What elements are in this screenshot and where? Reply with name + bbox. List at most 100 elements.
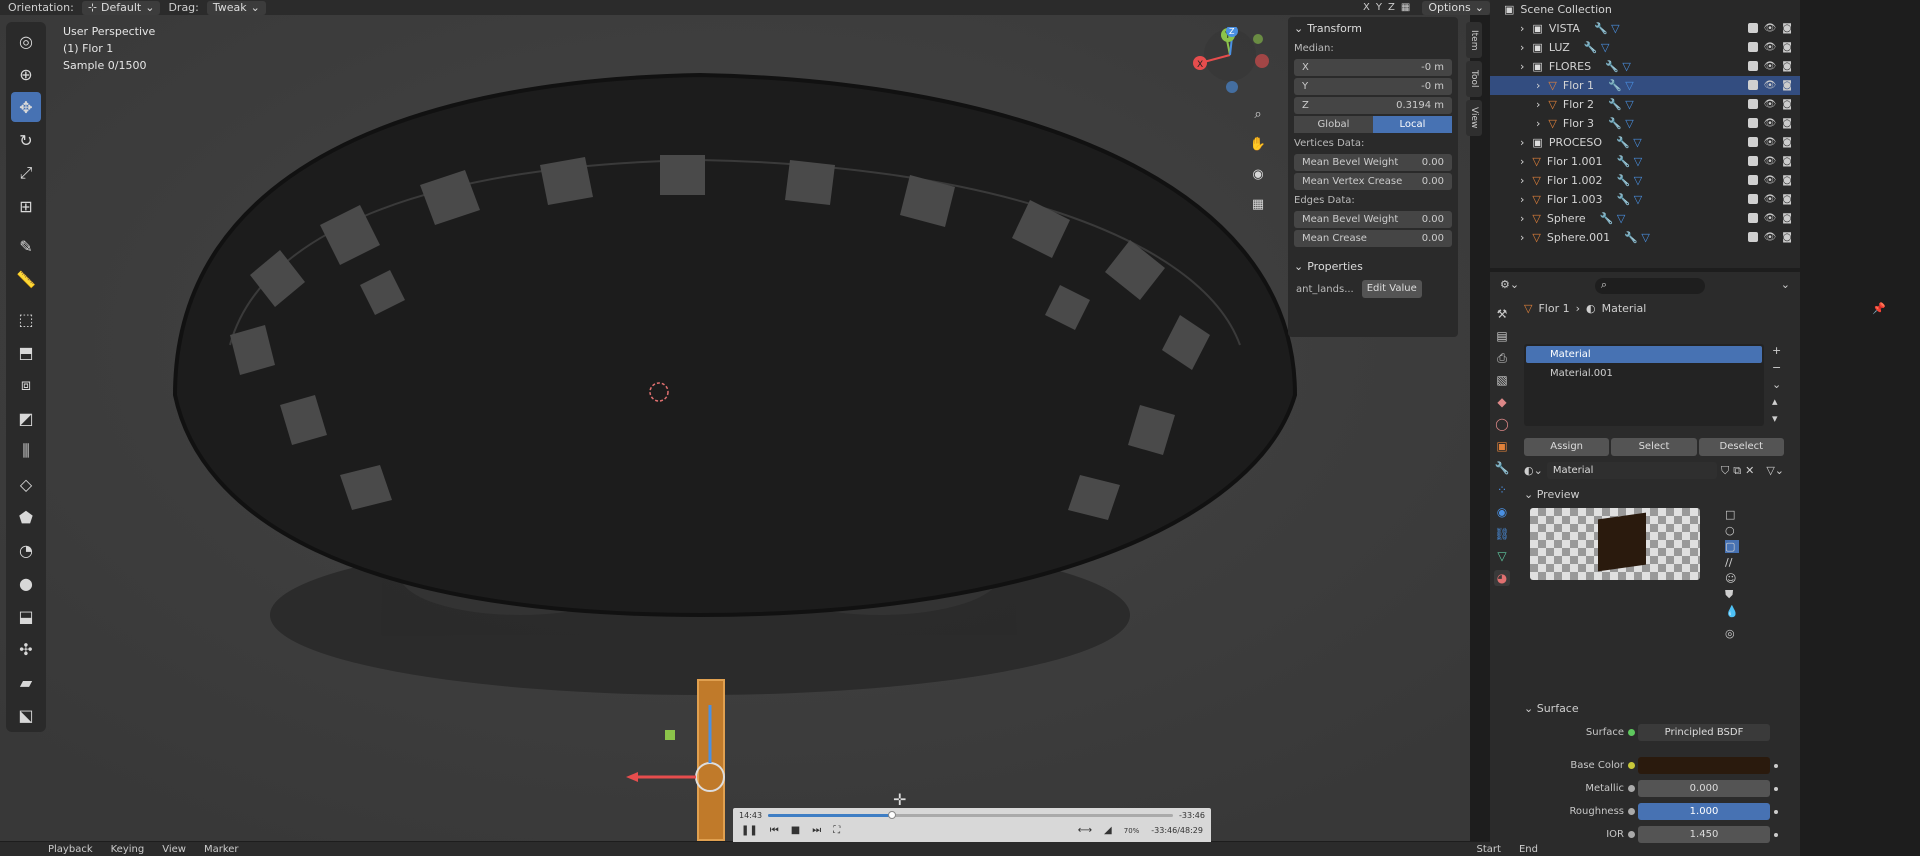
exclude-checkbox[interactable] xyxy=(1747,118,1758,128)
edit-value-button[interactable]: Edit Value xyxy=(1361,280,1422,298)
keyframe-dot-icon[interactable] xyxy=(1774,786,1778,791)
render-camera-icon[interactable]: ◙ xyxy=(1782,232,1792,243)
eye-icon[interactable]: 👁 xyxy=(1764,80,1777,91)
rip-region-icon[interactable]: ⬕ xyxy=(11,700,41,730)
keyframe-dot-icon[interactable] xyxy=(1774,763,1778,768)
median-z-field[interactable]: Z 0.3194 m xyxy=(1294,97,1452,114)
shrink-fatten-icon[interactable]: ✣ xyxy=(11,634,41,664)
deselect-button[interactable]: Deselect xyxy=(1698,438,1784,456)
pin-icon[interactable]: 📌 xyxy=(1872,302,1886,315)
mean-bevel-weight-field[interactable]: Mean Bevel Weight 0.00 xyxy=(1294,154,1452,171)
eye-icon[interactable]: 👁 xyxy=(1764,42,1777,53)
preview-monkey-icon[interactable]: ☺ xyxy=(1725,572,1739,585)
outliner-item[interactable]: › ▽ Flor 1 🔧 ▽ 👁 ◙ xyxy=(1490,76,1800,95)
expand-icon[interactable]: ⟷ xyxy=(1078,825,1092,836)
select-button[interactable]: Select xyxy=(1611,438,1697,456)
median-y-field[interactable]: Y -0 m xyxy=(1294,78,1452,95)
exclude-checkbox[interactable] xyxy=(1747,23,1758,33)
camera-icon[interactable]: ◉ xyxy=(1247,163,1269,185)
skip-forward-icon[interactable]: ⏭ xyxy=(812,825,821,836)
edge-crease-field[interactable]: Mean Crease 0.00 xyxy=(1294,230,1452,247)
edge-bevel-weight-field[interactable]: Mean Bevel Weight 0.00 xyxy=(1294,211,1452,228)
grid-snap-icon[interactable]: ▦ xyxy=(1401,2,1410,13)
pan-hand-icon[interactable]: ✋ xyxy=(1247,133,1269,155)
chevron-down-icon[interactable]: ⌄ xyxy=(1781,278,1790,292)
preview-world-icon[interactable]: ◎ xyxy=(1725,627,1739,640)
exclude-checkbox[interactable] xyxy=(1747,61,1758,71)
view-menu[interactable]: View xyxy=(162,844,186,855)
axis-z-toggle[interactable]: Z xyxy=(1388,2,1395,13)
eye-icon[interactable]: 👁 xyxy=(1764,156,1777,167)
move-up-icon[interactable]: ▴ xyxy=(1772,395,1781,408)
smooth-icon[interactable]: ● xyxy=(11,568,41,598)
metallic-field[interactable]: 0.000 xyxy=(1638,780,1770,797)
outliner-item[interactable]: › ▽ Flor 2 🔧 ▽ 👁 ◙ xyxy=(1490,95,1800,114)
remove-slot-icon[interactable]: − xyxy=(1772,361,1781,374)
loop-cut-icon[interactable]: ⫼ xyxy=(11,436,41,466)
object-tab-icon[interactable]: ▣ xyxy=(1494,438,1510,454)
chevron-right-icon[interactable]: › xyxy=(1520,136,1524,149)
roughness-field[interactable]: 1.000 xyxy=(1638,803,1770,820)
mean-vertex-crease-field[interactable]: Mean Vertex Crease 0.00 xyxy=(1294,173,1452,190)
ior-field[interactable]: 1.450 xyxy=(1638,826,1770,843)
grid-view-icon[interactable]: ▦ xyxy=(1247,193,1269,215)
eye-icon[interactable]: 👁 xyxy=(1764,99,1777,110)
options-dropdown[interactable]: Options ⌄ xyxy=(1422,0,1490,15)
preview-fluid-icon[interactable]: 💧 xyxy=(1725,605,1739,618)
spin-icon[interactable]: ◔ xyxy=(11,535,41,565)
properties-header[interactable]: ⌄ Properties xyxy=(1288,255,1458,278)
render-camera-icon[interactable]: ◙ xyxy=(1782,118,1792,129)
render-camera-icon[interactable]: ◙ xyxy=(1782,213,1792,224)
material-tab-icon[interactable]: ◕ xyxy=(1494,570,1510,586)
view-layer-tab-icon[interactable]: ▧ xyxy=(1494,372,1510,388)
chevron-right-icon[interactable]: › xyxy=(1536,117,1540,130)
local-button[interactable]: Local xyxy=(1373,116,1452,133)
exclude-checkbox[interactable] xyxy=(1747,175,1758,185)
outliner-item[interactable]: › ▽ Flor 3 🔧 ▽ 👁 ◙ xyxy=(1490,114,1800,133)
skip-back-icon[interactable]: ⏮ xyxy=(770,825,779,836)
render-camera-icon[interactable]: ◙ xyxy=(1782,23,1792,34)
base-color-swatch[interactable] xyxy=(1638,757,1770,774)
tab-view[interactable]: View xyxy=(1466,100,1482,136)
chevron-right-icon[interactable]: › xyxy=(1536,79,1540,92)
start-frame-label[interactable]: Start xyxy=(1477,844,1501,855)
exclude-checkbox[interactable] xyxy=(1747,80,1758,90)
preview-hair-icon[interactable]: // xyxy=(1725,556,1739,569)
outliner-item[interactable]: › ▽ Sphere 🔧 ▽ 👁 ◙ xyxy=(1490,209,1800,228)
rotate-tool-icon[interactable]: ↻ xyxy=(11,125,41,155)
chevron-right-icon[interactable]: › xyxy=(1520,174,1524,187)
eye-icon[interactable]: 👁 xyxy=(1764,213,1777,224)
output-tab-icon[interactable]: ⎙ xyxy=(1494,350,1510,366)
constraints-tab-icon[interactable]: ⛓ xyxy=(1494,526,1510,542)
fullscreen-icon[interactable]: ⛶ xyxy=(833,825,840,836)
tab-item[interactable]: Item xyxy=(1466,22,1482,58)
render-camera-icon[interactable]: ◙ xyxy=(1782,80,1792,91)
chevron-right-icon[interactable]: › xyxy=(1536,98,1540,111)
knife-icon[interactable]: ◇ xyxy=(11,469,41,499)
material-browse-icon[interactable]: ◐⌄ xyxy=(1524,464,1543,477)
scale-tool-icon[interactable]: ⤢ xyxy=(11,158,41,188)
render-camera-icon[interactable]: ◙ xyxy=(1782,61,1792,72)
exclude-checkbox[interactable] xyxy=(1747,156,1758,166)
global-button[interactable]: Global xyxy=(1294,116,1373,133)
exclude-checkbox[interactable] xyxy=(1747,99,1758,109)
chevron-right-icon[interactable]: › xyxy=(1520,193,1524,206)
edge-slide-icon[interactable]: ⬓ xyxy=(11,601,41,631)
scene-tab-icon[interactable]: ◆ xyxy=(1494,394,1510,410)
keying-menu[interactable]: Keying xyxy=(111,844,145,855)
tab-tool[interactable]: Tool xyxy=(1466,61,1482,97)
assign-button[interactable]: Assign xyxy=(1524,438,1610,456)
render-camera-icon[interactable]: ◙ xyxy=(1782,194,1792,205)
eye-icon[interactable]: 👁 xyxy=(1764,23,1777,34)
volume-icon[interactable]: ◢ xyxy=(1104,825,1112,836)
annotate-tool-icon[interactable]: ✎ xyxy=(11,231,41,261)
eye-icon[interactable]: 👁 xyxy=(1764,175,1777,186)
preview-cloth-icon[interactable]: ⛊ xyxy=(1725,588,1739,602)
preview-flat-icon[interactable]: □ xyxy=(1725,508,1739,521)
exclude-checkbox[interactable] xyxy=(1747,213,1758,223)
median-x-field[interactable]: X -0 m xyxy=(1294,59,1452,76)
render-camera-icon[interactable]: ◙ xyxy=(1782,137,1792,148)
slot-menu-icon[interactable]: ⌄ xyxy=(1772,378,1781,391)
cursor-tool-icon[interactable]: ⊕ xyxy=(11,59,41,89)
shear-icon[interactable]: ▰ xyxy=(11,667,41,697)
